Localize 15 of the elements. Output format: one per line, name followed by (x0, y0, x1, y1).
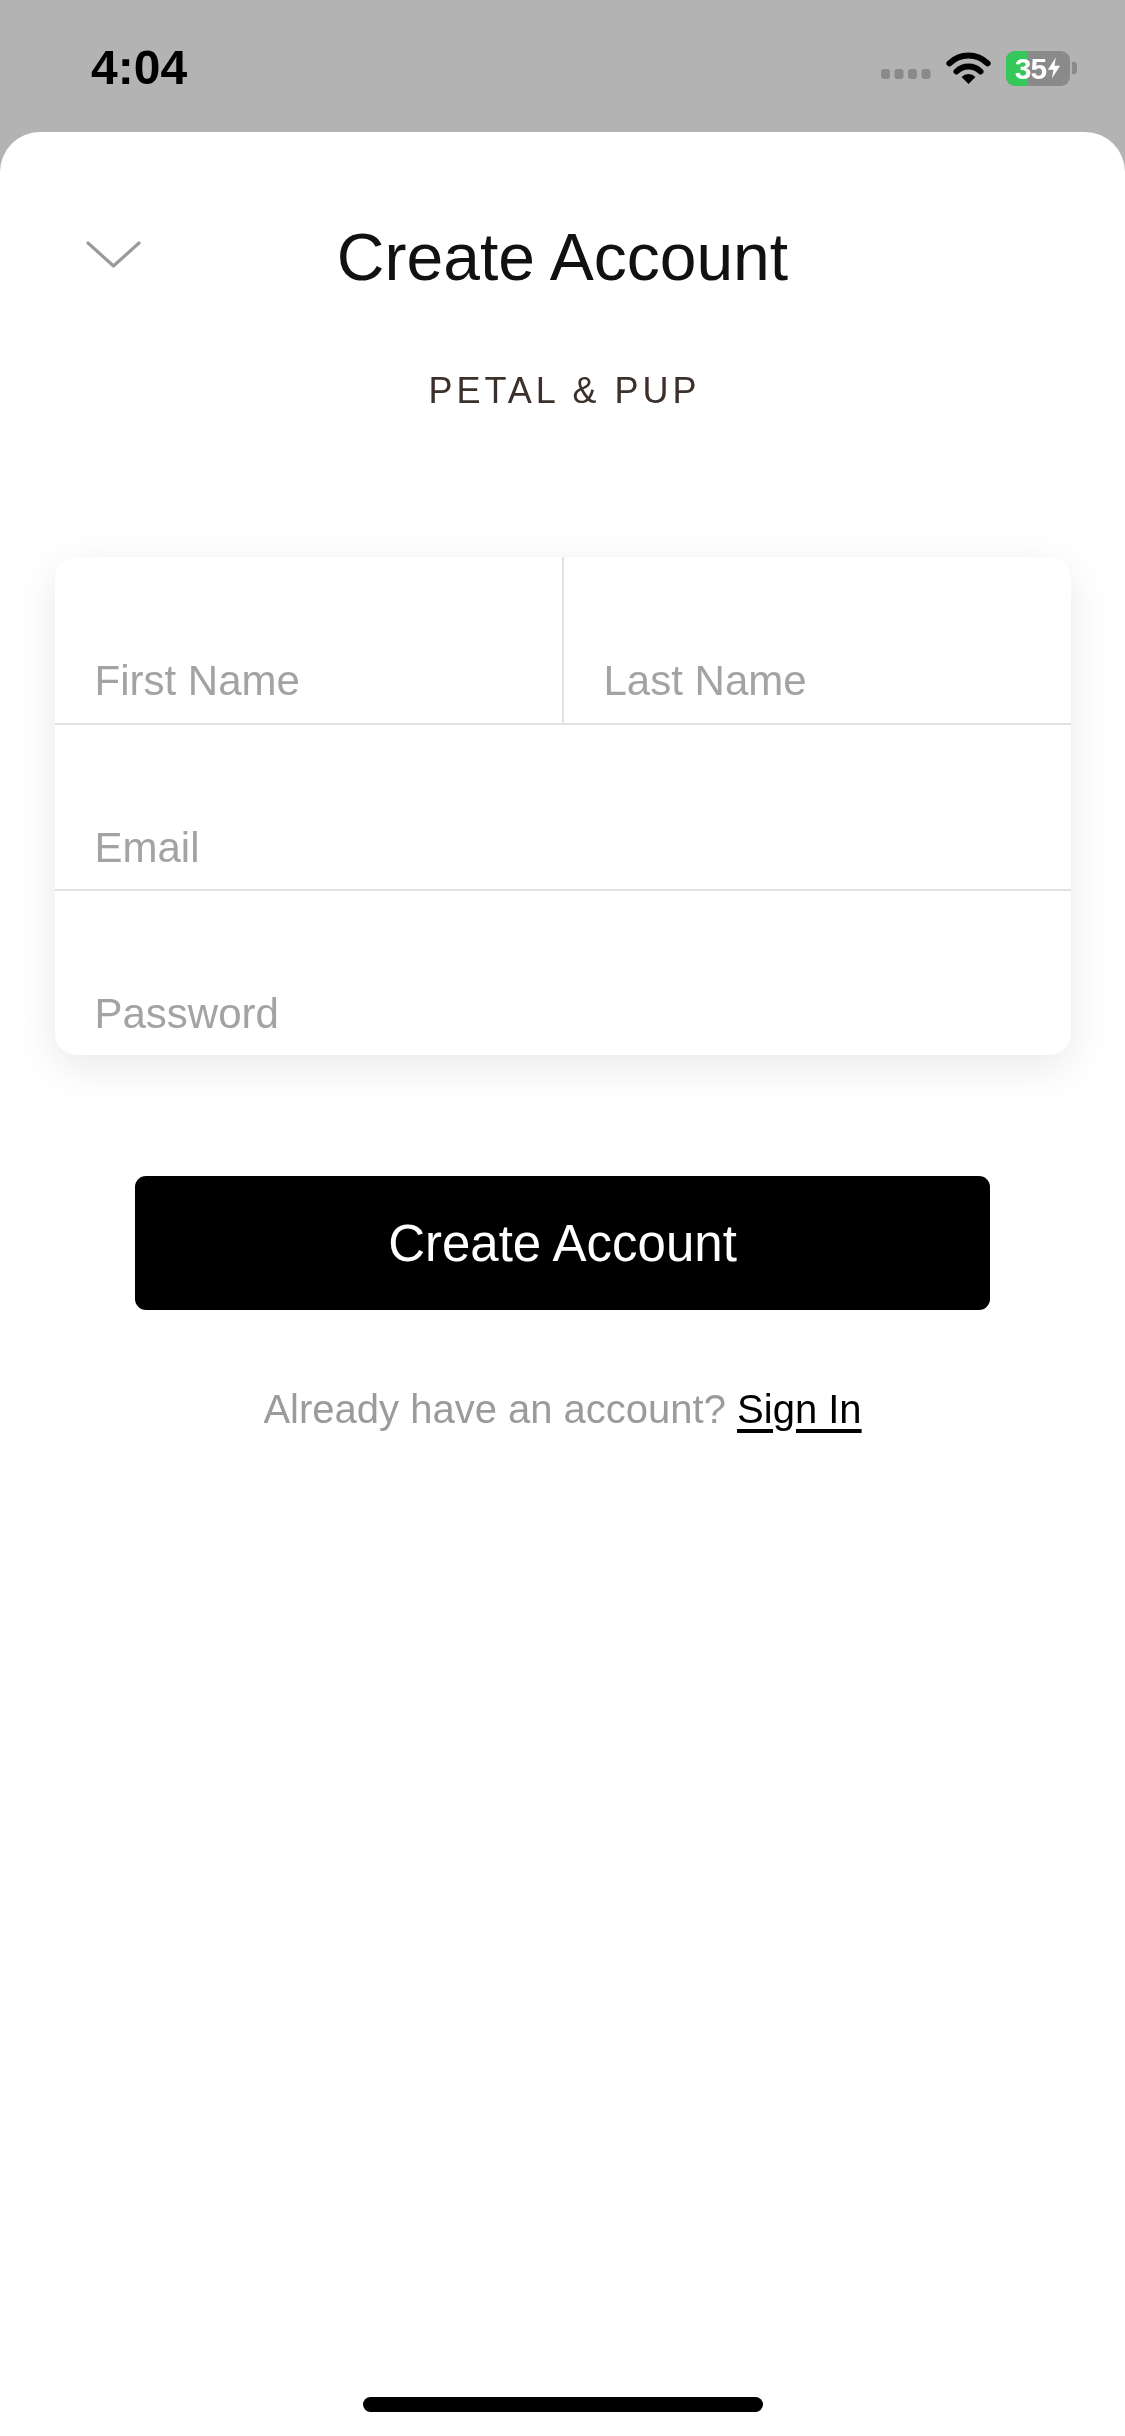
input-field[interactable]: Password (54, 891, 1071, 1055)
battery-terminal (1072, 62, 1077, 74)
brand-logo: PETAL & PUP (427, 370, 701, 411)
create-account-button[interactable]: Create Account (135, 1176, 990, 1310)
sign-in-prompt: Already have an account? Sign In (263, 1386, 862, 1432)
status-time: 4:04 (91, 44, 188, 92)
input-field[interactable]: First Name (54, 557, 562, 723)
input-field[interactable]: Last Name (561, 557, 1071, 723)
input-field[interactable]: Email (54, 725, 1071, 889)
cellular-signal-icon (881, 69, 931, 79)
sign-in-link[interactable]: Sign In (737, 1387, 862, 1431)
wifi-icon (946, 51, 991, 85)
chevron-down-icon[interactable] (86, 240, 141, 268)
lightning-bolt-icon (1047, 57, 1062, 79)
screen-title: Create Account (336, 219, 789, 295)
